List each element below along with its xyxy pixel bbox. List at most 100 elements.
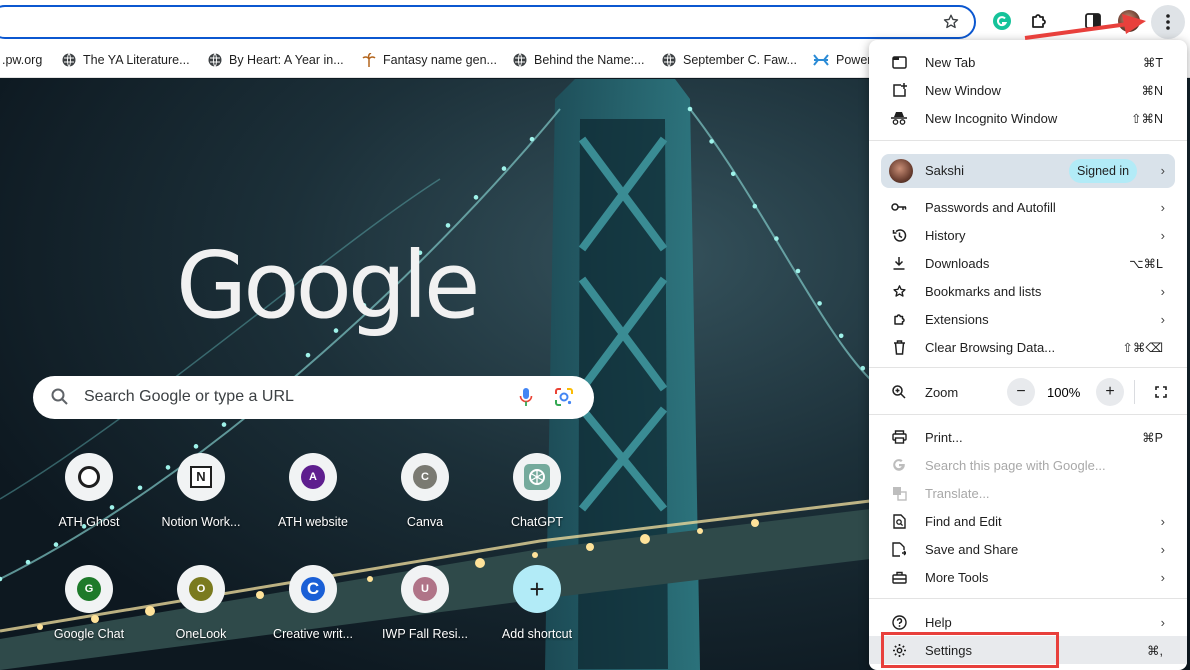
ghost-logo-icon xyxy=(78,466,100,488)
shortcut-icon: C xyxy=(401,453,449,501)
microphone-icon[interactable] xyxy=(519,387,533,407)
bridge-light xyxy=(838,333,844,339)
bookmark-item[interactable]: The YA Literature... xyxy=(62,52,190,68)
bookmark-item[interactable]: Fantasy name gen... xyxy=(362,52,497,68)
bookmark-item[interactable]: Power xyxy=(813,52,871,68)
menu-item-search-page-google: Search this page with Google... xyxy=(869,451,1187,479)
bridge-light xyxy=(305,352,311,358)
shortcut-tile[interactable]: A ATH website xyxy=(258,453,368,553)
profile-avatar-icon[interactable] xyxy=(1118,10,1140,32)
palm-icon xyxy=(362,53,376,67)
bridge-light xyxy=(0,576,3,582)
translate-icon xyxy=(891,485,907,501)
bridge-light xyxy=(687,106,693,112)
signed-in-badge: Signed in xyxy=(1069,159,1138,183)
ntp-search-box[interactable]: Search Google or type a URL xyxy=(33,376,594,419)
bridge-light xyxy=(860,365,866,371)
menu-divider xyxy=(869,598,1187,599)
chevron-right-icon: › xyxy=(1160,200,1165,215)
browser-toolbar xyxy=(0,0,1190,42)
zoom-out-button[interactable]: − xyxy=(1007,378,1035,406)
extensions-puzzle-icon[interactable] xyxy=(1028,10,1050,32)
kebab-menu-icon xyxy=(1166,14,1170,30)
bookmark-item[interactable]: By Heart: A Year in... xyxy=(208,52,344,68)
bridge-light xyxy=(730,171,736,177)
bridge-light xyxy=(221,422,227,427)
new-tab-icon xyxy=(891,54,907,70)
bridge-light xyxy=(501,166,507,171)
kebab-menu-button[interactable] xyxy=(1151,5,1185,39)
zoom-in-button[interactable]: + xyxy=(1096,378,1124,406)
fullscreen-button[interactable] xyxy=(1147,378,1175,406)
menu-item-extensions[interactable]: Extensions › xyxy=(869,305,1187,333)
menu-divider xyxy=(869,414,1187,415)
menu-item-print[interactable]: Print... ⌘P xyxy=(869,423,1187,451)
download-icon xyxy=(891,255,907,271)
bridge-light xyxy=(193,444,199,449)
menu-item-history[interactable]: History › xyxy=(869,221,1187,249)
plus-icon: + xyxy=(513,565,561,613)
shortcut-tile[interactable]: U IWP Fall Resi... xyxy=(370,565,480,665)
menu-item-bookmarks-lists[interactable]: Bookmarks and lists › xyxy=(869,277,1187,305)
zoom-level: 100% xyxy=(1047,385,1081,400)
power-icon xyxy=(813,54,829,66)
grammarly-icon[interactable] xyxy=(991,10,1013,32)
bookmark-item[interactable]: .pw.org xyxy=(2,52,42,68)
menu-item-passwords-autofill[interactable]: Passwords and Autofill › xyxy=(869,193,1187,221)
shortcut-tile[interactable]: N Notion Work... xyxy=(146,453,256,553)
extensions-puzzle-icon xyxy=(891,311,907,327)
globe-icon xyxy=(208,53,222,67)
printer-icon xyxy=(891,429,907,445)
chevron-right-icon: › xyxy=(1160,542,1165,557)
star-icon[interactable] xyxy=(942,13,960,31)
menu-item-save-share[interactable]: Save and Share › xyxy=(869,535,1187,563)
globe-icon xyxy=(513,53,527,67)
bookmark-item[interactable]: Behind the Name:... xyxy=(513,52,644,68)
shortcut-icon: O xyxy=(177,565,225,613)
shortcut-icon: U xyxy=(401,565,449,613)
shortcut-tile[interactable]: O OneLook xyxy=(146,565,256,665)
shortcut-tile[interactable]: ATH Ghost xyxy=(34,453,144,553)
menu-item-translate: Translate... xyxy=(869,479,1187,507)
menu-divider xyxy=(869,140,1187,141)
bridge-light xyxy=(774,236,779,241)
star-icon xyxy=(891,283,907,299)
google-lens-icon[interactable] xyxy=(554,387,574,407)
fullscreen-icon xyxy=(1155,386,1167,398)
chevron-right-icon: › xyxy=(1160,312,1165,327)
chevron-right-icon: › xyxy=(1160,228,1165,243)
menu-item-more-tools[interactable]: More Tools › xyxy=(869,563,1187,591)
shortcut-icon xyxy=(65,453,113,501)
side-panel-icon[interactable] xyxy=(1082,10,1104,32)
menu-item-new-tab[interactable]: New Tab ⌘T xyxy=(869,48,1187,76)
bridge-light xyxy=(697,528,703,534)
menu-profile-row[interactable]: Sakshi Signed in › xyxy=(881,154,1175,188)
menu-item-downloads[interactable]: Downloads ⌥⌘L xyxy=(869,249,1187,277)
shortcut-tile[interactable]: C Canva xyxy=(370,453,480,553)
menu-item-clear-browsing-data[interactable]: Clear Browsing Data... ⇧⌘⌫ xyxy=(869,333,1187,361)
globe-icon xyxy=(662,53,676,67)
shortcut-tile[interactable]: ChatGPT xyxy=(482,453,592,553)
bridge-light xyxy=(709,139,714,144)
search-icon xyxy=(51,388,68,405)
find-edit-icon xyxy=(891,513,907,529)
chevron-right-icon: › xyxy=(1160,284,1165,299)
zoom-icon xyxy=(891,384,907,400)
menu-item-new-window[interactable]: New Window ⌘N xyxy=(869,76,1187,104)
menu-item-new-incognito-window[interactable]: New Incognito Window ⇧⌘N xyxy=(869,104,1187,132)
address-bar[interactable] xyxy=(0,5,976,39)
shortcut-icon: G xyxy=(65,565,113,613)
save-share-icon xyxy=(891,541,907,557)
toolbox-icon xyxy=(891,569,907,585)
chevron-right-icon: › xyxy=(1160,514,1165,529)
add-shortcut-button[interactable]: + Add shortcut xyxy=(482,565,592,665)
bookmark-item[interactable]: September C. Faw... xyxy=(662,52,797,68)
notion-logo-icon: N xyxy=(190,466,212,488)
shortcut-tile[interactable]: C Creative writ... xyxy=(258,565,368,665)
shortcut-icon xyxy=(513,453,561,501)
avatar xyxy=(889,159,913,183)
menu-item-find-edit[interactable]: Find and Edit › xyxy=(869,507,1187,535)
shortcut-tile[interactable]: G Google Chat xyxy=(34,565,144,665)
bridge-light xyxy=(795,268,801,274)
incognito-icon xyxy=(891,110,907,126)
